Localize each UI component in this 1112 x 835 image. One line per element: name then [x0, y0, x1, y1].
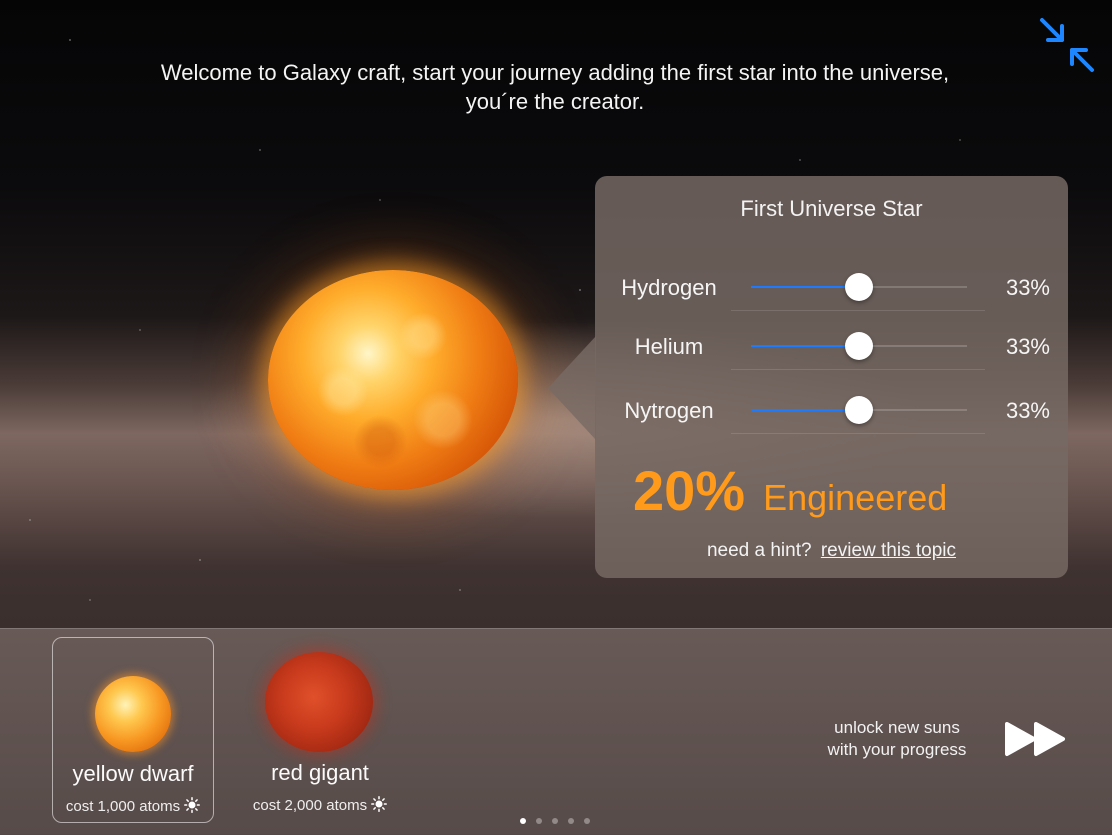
star-cost-text: cost 2,000 atoms: [252, 797, 368, 814]
hint-line: need a hint? review this topic: [595, 540, 1068, 562]
slider-fill: [751, 409, 859, 411]
panel-title: First Universe Star: [740, 196, 923, 221]
element-row-hydrogen: Hydrogen 33%: [595, 267, 1068, 311]
engineered-value: 20%: [633, 459, 746, 522]
red-gigant-image: [265, 652, 373, 752]
star-name: red gigant: [271, 760, 369, 785]
star-card-yellow-dwarf[interactable]: yellow dwarf cost 1,000 atoms: [52, 637, 214, 823]
element-percent: 33%: [1005, 398, 1050, 423]
star-cost: cost 1,000 atoms: [53, 797, 213, 815]
element-row-nytrogen: Nytrogen 33%: [595, 390, 1068, 434]
next-suns-button[interactable]: [1004, 721, 1068, 757]
page-indicator: [520, 811, 600, 824]
row-divider: [731, 310, 985, 311]
element-percent: 33%: [1005, 275, 1050, 300]
row-divider: [731, 433, 985, 434]
slider-thumb[interactable]: [845, 273, 873, 301]
star-picker-tray: yellow dwarf cost 1,000 atoms red gigant…: [0, 628, 1112, 835]
slider-fill: [751, 345, 859, 347]
page-dot[interactable]: [536, 818, 542, 824]
element-label: Helium: [634, 334, 704, 359]
sun-icon: [371, 796, 388, 812]
element-label: Nytrogen: [624, 398, 714, 423]
page-dot[interactable]: [568, 818, 574, 824]
slider-fill: [751, 286, 859, 288]
hint-prefix: need a hint?: [706, 540, 812, 561]
star-card-red-gigant[interactable]: red gigant cost 2,000 atoms: [240, 637, 400, 821]
unlock-line-2: with your progress: [827, 740, 967, 759]
fast-forward-icon: [1005, 722, 1065, 756]
page-dot[interactable]: [552, 818, 558, 824]
element-percent: 33%: [1005, 334, 1050, 359]
main-star-image[interactable]: [268, 270, 518, 490]
engineered-progress: 20% Engineered: [633, 458, 947, 523]
yellow-dwarf-image: [95, 676, 171, 752]
collapse-button[interactable]: [1036, 14, 1100, 78]
nytrogen-slider[interactable]: [751, 390, 967, 430]
star-cost: cost 2,000 atoms: [240, 796, 400, 814]
star-name: yellow dwarf: [72, 761, 194, 786]
element-row-helium: Helium 33%: [595, 326, 1068, 370]
welcome-message: Welcome to Galaxy craft, start your jour…: [160, 60, 950, 114]
page-dot[interactable]: [584, 818, 590, 824]
slider-thumb[interactable]: [845, 332, 873, 360]
helium-slider[interactable]: [751, 326, 967, 366]
unlock-message: unlock new suns with your progress: [808, 717, 986, 761]
hydrogen-slider[interactable]: [751, 267, 967, 307]
review-topic-link[interactable]: review this topic: [821, 540, 956, 561]
sun-icon: [184, 797, 201, 813]
panel-pointer: [548, 336, 596, 440]
unlock-line-1: unlock new suns: [834, 718, 960, 737]
page-dot[interactable]: [520, 818, 526, 824]
collapse-arrows-icon: [1040, 18, 1094, 72]
row-divider: [731, 369, 985, 370]
engineered-label: Engineered: [763, 477, 948, 518]
slider-thumb[interactable]: [845, 396, 873, 424]
star-composition-panel: First Universe Star Hydrogen 33% Helium …: [595, 176, 1068, 578]
element-label: Hydrogen: [621, 275, 717, 300]
star-cost-text: cost 1,000 atoms: [65, 798, 181, 815]
